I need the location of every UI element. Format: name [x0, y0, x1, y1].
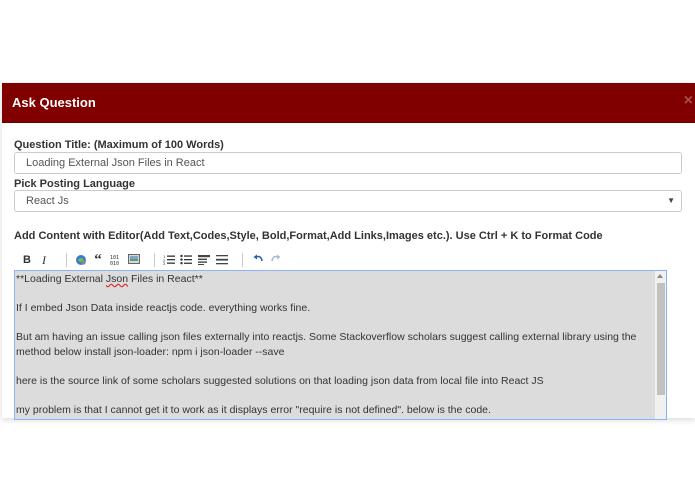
posting-language-label: Pick Posting Language [14, 178, 136, 190]
editor-paragraph: But am having an issue calling json file… [16, 331, 637, 358]
link-icon[interactable] [74, 252, 88, 268]
editor-paragraph: here is the source link of some scholars… [16, 374, 544, 387]
content-label: Add Content with Editor(Add Text,Codes,S… [14, 230, 603, 242]
italic-icon[interactable]: I [37, 252, 51, 268]
quote-icon[interactable]: “ [91, 252, 105, 268]
modal-header: Ask Question × [2, 83, 695, 123]
undo-icon[interactable] [251, 252, 265, 268]
horizontal-rule-icon[interactable] [215, 252, 229, 268]
toolbar-divider [242, 253, 243, 267]
editor-text-run: **Loading External [16, 273, 106, 285]
posting-language-select[interactable]: React Js ▼ [14, 190, 682, 212]
posting-language-value: React Js [26, 195, 69, 207]
code-icon[interactable]: 101 010 [109, 252, 123, 268]
misspelled-word: Json [105, 273, 129, 285]
scroll-up-icon[interactable] [657, 274, 663, 278]
question-title-input[interactable]: Loading External Json Files in React [14, 152, 682, 174]
bold-icon[interactable]: B [20, 252, 34, 268]
image-icon[interactable] [127, 252, 141, 268]
toolbar-divider [66, 253, 67, 267]
question-title-label: Question Title: (Maximum of 100 Words) [14, 139, 224, 151]
heading-icon[interactable] [197, 252, 211, 268]
editor-paragraph: **Loading External Json Files in React** [16, 272, 656, 287]
svg-text:3: 3 [163, 261, 166, 265]
editor-text-run: Files in React** [128, 273, 203, 285]
chevron-down-icon: ▼ [667, 196, 675, 205]
numbered-list-icon[interactable]: 123 [162, 252, 176, 268]
bulleted-list-icon[interactable] [179, 252, 193, 268]
toolbar-divider [154, 253, 155, 267]
scrollbar-thumb[interactable] [657, 283, 665, 395]
editor-paragraph: If I embed Json Data inside reactjs code… [16, 302, 311, 314]
modal-title: Ask Question [12, 95, 96, 110]
close-icon[interactable]: × [684, 93, 693, 109]
editor-paragraph: my problem is that I cannot get it to wo… [16, 403, 491, 416]
svg-text:010: 010 [110, 261, 119, 266]
editor-content: **Loading External Json Files in React**… [16, 272, 656, 419]
content-editor[interactable]: **Loading External Json Files in React**… [14, 270, 667, 420]
editor-scrollbar[interactable] [655, 270, 667, 420]
redo-icon[interactable] [268, 252, 282, 268]
editor-toolbar: B I “ 101 010 123 [14, 252, 682, 268]
